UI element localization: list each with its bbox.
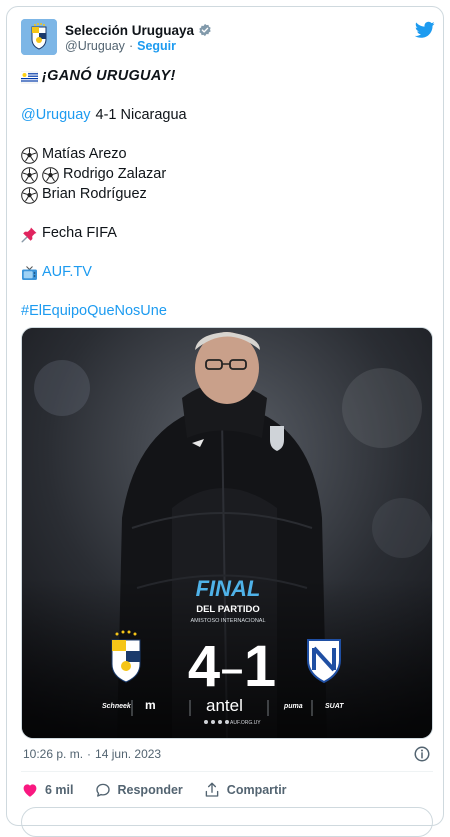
scorer-line: Rodrigo Zalazar	[21, 165, 433, 185]
auftv-link[interactable]: AUF.TV	[42, 263, 92, 283]
sponsor-suat: SUAT	[325, 703, 344, 710]
share-icon	[205, 782, 219, 797]
share-button[interactable]: Compartir	[203, 781, 287, 799]
away-score: 1	[244, 634, 276, 699]
footer-divider	[21, 771, 433, 772]
sponsor-antel: antel	[206, 696, 243, 715]
fecha-line: Fecha FIFA	[21, 224, 433, 244]
read-replies-button[interactable]	[21, 807, 433, 837]
tweet-date: 14 jun. 2023	[95, 747, 162, 761]
auf-crest-icon	[21, 19, 57, 55]
follow-button[interactable]: Seguir	[137, 39, 176, 53]
reply-icon	[95, 783, 110, 797]
score-dash: –	[221, 647, 243, 691]
scorer-name: Brian Rodríguez	[42, 186, 147, 203]
television-icon	[21, 265, 38, 282]
separator-dot: ·	[87, 747, 92, 761]
final-label: FINAL	[196, 576, 261, 601]
info-icon[interactable]	[413, 745, 431, 763]
tweet-time: 10:26 p. m.	[23, 747, 84, 761]
tweet-actions: 6 mil Responder Compartir	[21, 779, 307, 801]
score-line: @Uruguay 4-1 Nicaragua	[21, 106, 433, 126]
final-subsubtitle: AMISTOSO INTERNACIONAL	[190, 618, 265, 624]
tweet-timestamp[interactable]: 10:26 p. m. · 14 jun. 2023	[23, 747, 161, 761]
tweet-media-image[interactable]: FINAL DEL PARTIDO AMISTOSO INTERNACIONAL…	[21, 327, 433, 739]
auf-web: AUF.ORG.UY	[230, 720, 261, 726]
tweet-text: ¡GANÓ URUGUAY! @Uruguay 4-1 Nicaragua Ma…	[21, 67, 433, 322]
reply-label: Responder	[117, 783, 183, 797]
sponsor-schneek: Schneek	[102, 703, 132, 710]
separator-dot: ·	[128, 39, 134, 53]
fecha-text: Fecha FIFA	[42, 225, 117, 242]
soccer-ball-icon	[42, 166, 59, 184]
heart-icon	[23, 784, 37, 797]
account-avatar[interactable]	[21, 19, 57, 55]
final-score-graphic: FINAL DEL PARTIDO AMISTOSO INTERNACIONAL…	[22, 328, 432, 738]
score-text: 4-1 Nicaragua	[95, 107, 187, 124]
account-handle[interactable]: @Uruguay	[65, 39, 125, 53]
headline-line: ¡GANÓ URUGUAY!	[21, 67, 433, 87]
share-label: Compartir	[226, 783, 287, 797]
mention-link[interactable]: @Uruguay	[21, 106, 91, 126]
twitter-bird-icon[interactable]	[415, 21, 435, 39]
account-display-name[interactable]: Selección Uruguaya	[65, 23, 194, 38]
scorer-name: Rodrigo Zalazar	[63, 166, 167, 183]
hashtag-line: #ElEquipoQueNosUne	[21, 302, 433, 322]
soccer-ball-icon	[21, 186, 38, 204]
uruguay-flag-icon	[21, 69, 38, 86]
pushpin-icon	[21, 226, 38, 243]
account-handle-row: @Uruguay · Seguir	[65, 39, 176, 53]
hashtag-link[interactable]: #ElEquipoQueNosUne	[21, 302, 167, 322]
home-score: 4	[188, 634, 220, 699]
soccer-ball-icon	[21, 146, 38, 164]
sponsor-m: m	[145, 698, 156, 712]
sponsor-puma: puma	[283, 703, 303, 710]
scorer-line: Brian Rodríguez	[21, 185, 433, 205]
headline-text: ¡GANÓ URUGUAY!	[42, 68, 176, 85]
scorer-name: Matías Arezo	[42, 146, 127, 163]
account-name-row: Selección Uruguaya	[65, 21, 212, 39]
tv-line: AUF.TV	[21, 263, 433, 283]
final-subtitle: DEL PARTIDO	[196, 604, 260, 615]
verified-badge-icon	[199, 23, 211, 37]
soccer-ball-icon	[21, 166, 38, 184]
like-count: 6 mil	[45, 783, 74, 797]
reply-button[interactable]: Responder	[94, 781, 183, 799]
like-button[interactable]: 6 mil	[21, 781, 74, 799]
tweet-card: Selección Uruguaya @Uruguay · Seguir ¡GA…	[6, 6, 444, 837]
scorer-line: Matías Arezo	[21, 145, 433, 165]
